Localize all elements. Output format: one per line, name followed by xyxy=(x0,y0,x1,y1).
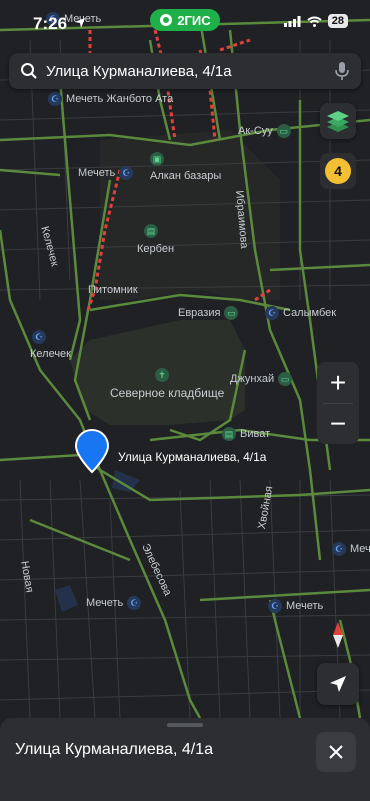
label-kelechek: Келечек xyxy=(30,348,71,360)
sheet-title: Улица Курманалиева, 4/1а xyxy=(15,741,213,758)
zoom-divider xyxy=(323,403,353,404)
market-icon: ▣ xyxy=(150,152,164,166)
bus-stop-icon: ▭ xyxy=(224,306,239,320)
street-label: Питомник xyxy=(88,284,138,296)
clock: 7:26 xyxy=(33,14,68,33)
mosque-icon: ☪ xyxy=(332,542,346,556)
poi-vivat[interactable]: ▤ Виват xyxy=(222,427,270,441)
poi-kerben[interactable]: ▤ xyxy=(144,224,158,238)
map-pin-icon xyxy=(74,428,110,474)
poi-mosque[interactable]: Мечеть ☪ xyxy=(86,596,142,610)
poi-mosque[interactable]: Мечеть ☪ xyxy=(78,166,134,180)
poi-mosque-zhanboto-ata[interactable]: ☪ Мечеть Жанбото Ата xyxy=(48,92,173,106)
close-button[interactable] xyxy=(316,732,356,772)
zoom-controls: + − xyxy=(317,362,359,444)
mosque-icon: ☪ xyxy=(48,92,62,106)
map-canvas[interactable] xyxy=(0,0,370,801)
layers-button[interactable] xyxy=(320,103,356,139)
location-pin[interactable] xyxy=(74,428,110,474)
bottom-sheet[interactable]: Улица Курманалиева, 4/1а xyxy=(0,718,370,801)
poi-salymbek[interactable]: ☪ Салымбек xyxy=(265,306,336,320)
zoom-out-button[interactable]: − xyxy=(317,403,359,444)
mosque-icon: ☪ xyxy=(32,330,46,344)
shop-icon: ▤ xyxy=(222,427,236,441)
mic-icon[interactable] xyxy=(334,61,350,81)
compass-button[interactable] xyxy=(328,620,348,650)
app-logo-icon xyxy=(160,14,173,26)
wifi-icon xyxy=(307,16,322,27)
app-name: 2ГИС xyxy=(177,12,211,28)
search-icon xyxy=(21,63,37,79)
status-bar: 7:26 2ГИС 28 xyxy=(0,0,370,46)
layers-icon xyxy=(327,111,349,132)
my-location-icon xyxy=(330,676,346,692)
search-bar[interactable]: Улица Курманалиева, 4/1а xyxy=(9,53,361,89)
mosque-icon: ☪ xyxy=(268,599,282,613)
bus-stop-icon: ▭ xyxy=(278,372,293,386)
poi-ak-suu[interactable]: Ак-Суу ▭ xyxy=(238,124,291,138)
poi-mosque[interactable]: ☪Мечеть xyxy=(268,599,323,613)
traffic-button[interactable]: 4 xyxy=(320,153,356,189)
mosque-icon: ☪ xyxy=(127,596,142,610)
battery-level: 28 xyxy=(327,14,348,28)
cemetery-icon: ✝ xyxy=(155,368,169,382)
location-arrow-icon xyxy=(75,18,85,28)
poi-evraziya[interactable]: Евразия ▭ xyxy=(178,306,239,320)
poi-kelechek[interactable]: ☪ xyxy=(32,330,46,344)
shop-icon: ▤ xyxy=(144,224,158,238)
mosque-icon: ☪ xyxy=(119,166,134,180)
compass-icon xyxy=(333,622,343,648)
poi-alkan-bazary[interactable]: ▣ xyxy=(150,152,164,166)
bus-stop-icon: ▭ xyxy=(276,124,291,138)
status-icons: 28 xyxy=(283,14,348,28)
cellular-signal-icon xyxy=(283,15,301,27)
mosque-icon: ☪ xyxy=(265,306,279,320)
back-to-app-pill[interactable]: 2ГИС xyxy=(150,9,220,31)
poi-mosque[interactable]: ☪Мечеть xyxy=(332,542,370,556)
label-kerben: Кербен xyxy=(137,243,175,255)
sheet-drag-handle[interactable] xyxy=(167,723,203,727)
label-severnoe-kladbishche: Северное кладбище xyxy=(110,386,225,400)
pin-label: Улица Курманалиева, 4/1а xyxy=(118,450,267,464)
close-icon xyxy=(329,745,343,759)
poi-dzhunkhay[interactable]: Джунхай ▭ xyxy=(230,372,293,386)
my-location-button[interactable] xyxy=(317,663,359,705)
label-alkan-bazary: Алкан базары xyxy=(150,170,222,182)
traffic-level-badge: 4 xyxy=(325,158,351,184)
poi-severnoe-kladbishche[interactable]: ✝ xyxy=(155,368,169,382)
search-input[interactable]: Улица Курманалиева, 4/1а xyxy=(46,63,334,80)
zoom-in-button[interactable]: + xyxy=(317,362,359,403)
